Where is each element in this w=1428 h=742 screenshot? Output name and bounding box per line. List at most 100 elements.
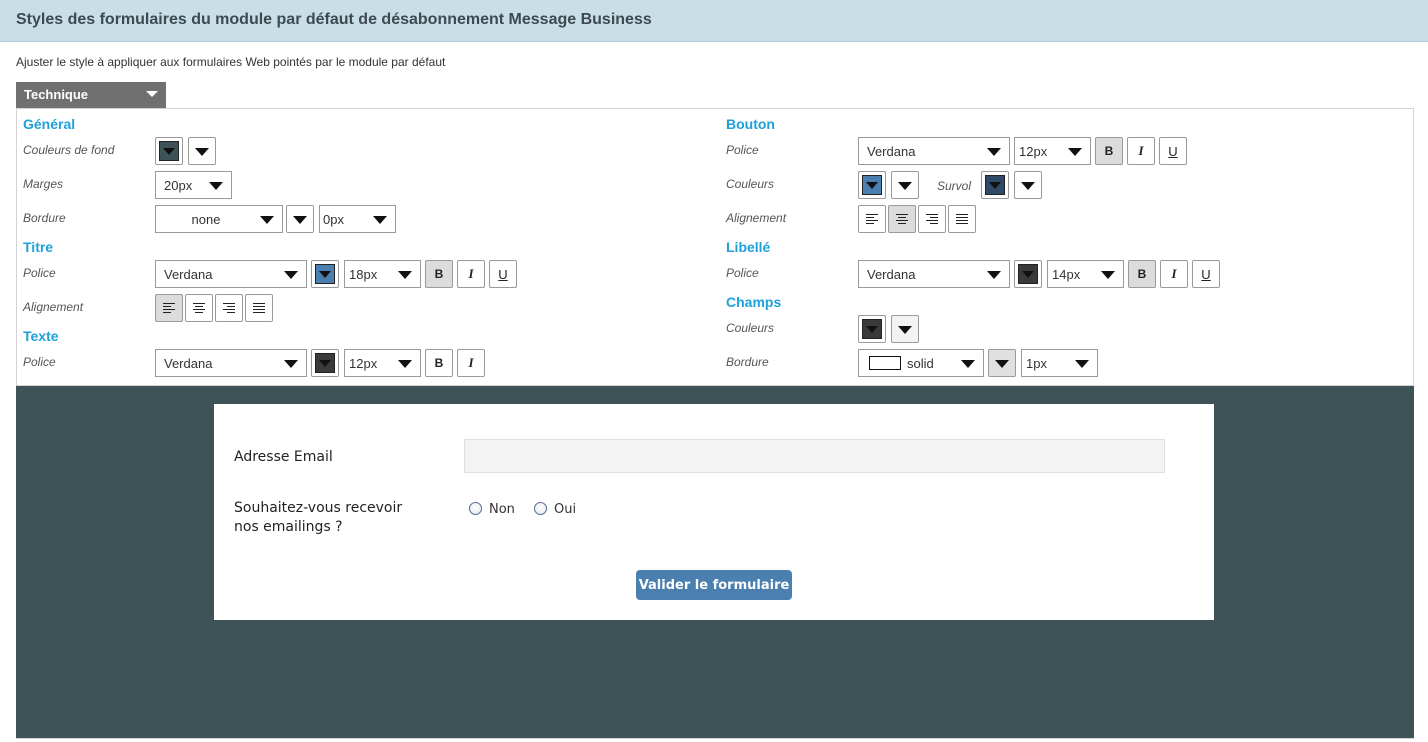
bouton-align-left-button[interactable]: [858, 205, 886, 233]
titre-color-picker[interactable]: [311, 260, 339, 288]
caret-down-icon: [284, 360, 298, 368]
align-right-icon: [223, 303, 235, 313]
caret-down-icon: [195, 148, 209, 156]
caret-down-icon: [1101, 271, 1115, 279]
texte-bold-button[interactable]: B: [425, 349, 453, 377]
bouton-align-justify-button[interactable]: [948, 205, 976, 233]
page-description: Ajuster le style à appliquer aux formula…: [16, 55, 446, 69]
caret-down-icon: [866, 182, 878, 189]
bouton-size-value: 12px: [1019, 144, 1048, 159]
align-left-icon: [866, 214, 878, 224]
champs-colors-label: Couleurs: [726, 321, 775, 335]
champs-text-color-picker[interactable]: [858, 315, 886, 343]
caret-down-icon: [1021, 182, 1035, 190]
texte-size-value: 12px: [349, 356, 378, 371]
caret-down-icon: [260, 216, 274, 224]
bouton-font-label: Police: [726, 143, 759, 157]
email-input[interactable]: [464, 439, 1165, 473]
texte-italic-button[interactable]: I: [457, 349, 485, 377]
champs-bg-color-picker[interactable]: [891, 315, 919, 343]
champs-border-label: Bordure: [726, 355, 769, 369]
champs-border-width-select[interactable]: 1px: [1021, 349, 1098, 377]
libelle-size-value: 14px: [1052, 267, 1081, 282]
texte-font-label: Police: [23, 355, 56, 369]
bouton-italic-button[interactable]: I: [1127, 137, 1155, 165]
champs-border-color-picker[interactable]: [988, 349, 1016, 377]
titre-align-right-button[interactable]: [215, 294, 243, 322]
bouton-bold-button[interactable]: B: [1095, 137, 1123, 165]
titre-font-value: Verdana: [164, 267, 213, 282]
align-center-icon: [193, 303, 205, 313]
titre-align-justify-button[interactable]: [245, 294, 273, 322]
libelle-font-select[interactable]: Verdana: [858, 260, 1010, 288]
titre-align-center-button[interactable]: [185, 294, 213, 322]
form-preview-card: Adresse Email Souhaitez-vous recevoir no…: [214, 404, 1214, 620]
libelle-bold-button[interactable]: B: [1128, 260, 1156, 288]
align-right-icon: [926, 214, 938, 224]
bouton-bg-color-picker[interactable]: [858, 171, 886, 199]
page-header: Styles des formulaires du module par déf…: [0, 0, 1428, 42]
titre-align-left-button[interactable]: [155, 294, 183, 322]
general-margins-select[interactable]: 20px: [155, 171, 232, 199]
general-border-width-select[interactable]: 0px: [319, 205, 396, 233]
technique-dropdown[interactable]: Technique: [16, 82, 166, 108]
champs-border-width-value: 1px: [1026, 356, 1047, 371]
subscribe-question-line2: nos emailings ?: [234, 519, 343, 535]
align-justify-icon: [956, 214, 968, 224]
subscribe-question-line1: Souhaitez-vous recevoir: [234, 500, 403, 516]
libelle-size-select[interactable]: 14px: [1047, 260, 1124, 288]
champs-border-style-value: solid: [907, 356, 934, 371]
libelle-underline-button[interactable]: U: [1192, 260, 1220, 288]
caret-down-icon: [898, 326, 912, 334]
bouton-font-select[interactable]: Verdana: [858, 137, 1010, 165]
texte-color-picker[interactable]: [311, 349, 339, 377]
caret-down-icon: [398, 271, 412, 279]
titre-bold-button[interactable]: B: [425, 260, 453, 288]
libelle-color-picker[interactable]: [1014, 260, 1042, 288]
submit-button[interactable]: Valider le formulaire: [636, 570, 792, 600]
bouton-align-center-button[interactable]: [888, 205, 916, 233]
caret-down-icon: [866, 326, 878, 333]
radio-non[interactable]: [469, 502, 482, 515]
bouton-underline-button[interactable]: U: [1159, 137, 1187, 165]
general-border-color-picker[interactable]: [286, 205, 314, 233]
titre-font-select[interactable]: Verdana: [155, 260, 307, 288]
border-style-sample: [869, 356, 901, 370]
bouton-hover-bg-color-picker[interactable]: [981, 171, 1009, 199]
general-border-style-select[interactable]: none: [155, 205, 283, 233]
texte-font-select[interactable]: Verdana: [155, 349, 307, 377]
bouton-hover-text-color-picker[interactable]: [1014, 171, 1042, 199]
align-center-icon: [896, 214, 908, 224]
caret-down-icon: [987, 148, 1001, 156]
section-libelle-title: Libellé: [726, 239, 771, 255]
color-chip: [159, 141, 179, 161]
general-bg-color2-picker[interactable]: [188, 137, 216, 165]
texte-size-select[interactable]: 12px: [344, 349, 421, 377]
caret-down-icon: [163, 148, 175, 155]
general-border-width-value: 0px: [323, 212, 344, 227]
bouton-text-color-picker[interactable]: [891, 171, 919, 199]
caret-down-icon: [898, 182, 912, 190]
email-label: Adresse Email: [234, 449, 333, 465]
style-settings-panel: Général Couleurs de fond Marges 20px Bor…: [16, 108, 1414, 386]
titre-underline-button[interactable]: U: [489, 260, 517, 288]
caret-down-icon: [398, 360, 412, 368]
color-chip: [315, 264, 335, 284]
caret-down-icon: [1022, 271, 1034, 278]
titre-italic-button[interactable]: I: [457, 260, 485, 288]
caret-down-icon: [284, 271, 298, 279]
radio-oui[interactable]: [534, 502, 547, 515]
divider: [16, 738, 1414, 739]
bouton-hover-label: Survol: [937, 179, 972, 193]
general-margins-label: Marges: [23, 177, 64, 191]
bouton-align-right-button[interactable]: [918, 205, 946, 233]
bouton-size-select[interactable]: 12px: [1014, 137, 1091, 165]
champs-border-style-select[interactable]: solid: [858, 349, 984, 377]
titre-size-value: 18px: [349, 267, 378, 282]
bouton-colors-label: Couleurs: [726, 177, 775, 191]
chevron-down-icon: [146, 91, 158, 97]
libelle-italic-button[interactable]: I: [1160, 260, 1188, 288]
general-border-label: Bordure: [23, 211, 66, 225]
general-bg-color-picker[interactable]: [155, 137, 183, 165]
titre-size-select[interactable]: 18px: [344, 260, 421, 288]
